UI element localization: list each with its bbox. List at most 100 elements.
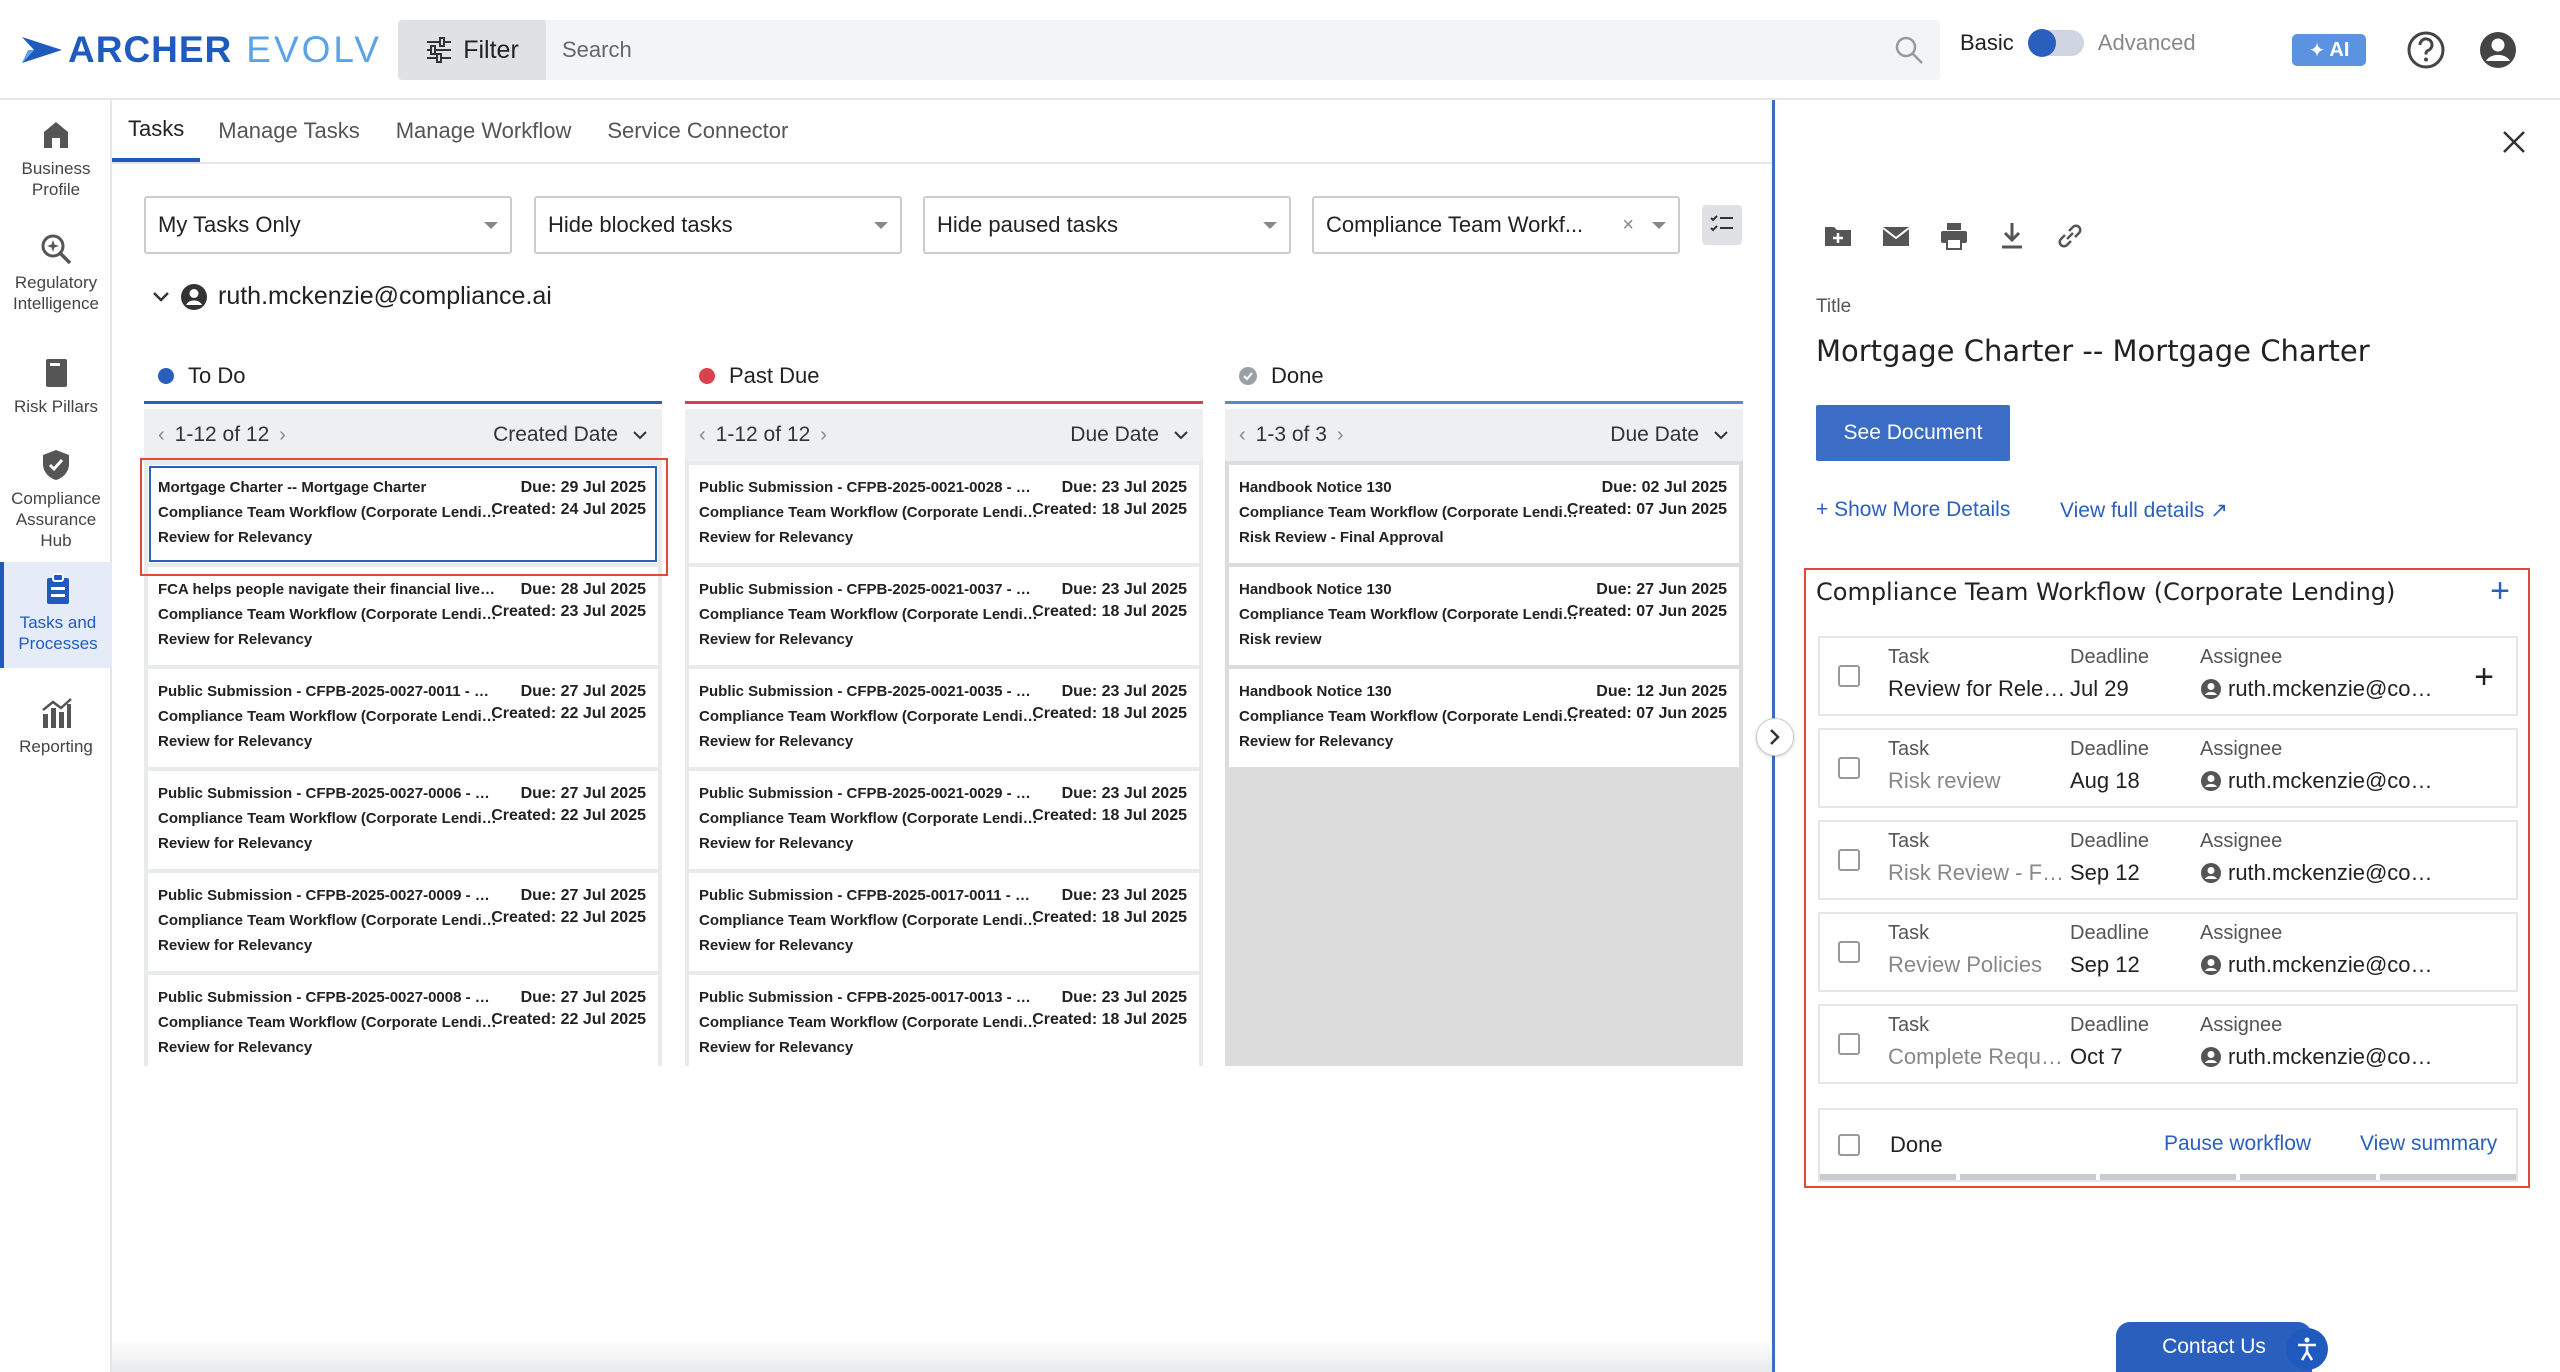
task-card[interactable]: Public Submission - CFPB-2025-0021-0029 … — [689, 771, 1199, 869]
contact-us-button[interactable]: Contact Us — [2116, 1322, 2312, 1372]
caret-down-icon — [1652, 221, 1666, 229]
chevron-down-icon — [633, 431, 647, 440]
print-icon[interactable] — [1938, 220, 1970, 252]
task-card[interactable]: Public Submission - CFPB-2025-0017-0011 … — [689, 873, 1199, 971]
email-icon[interactable] — [1880, 220, 1912, 252]
archer-evolv-logo[interactable]: ARCHER EVOLV — [22, 29, 382, 70]
add-step-button[interactable]: + — [2490, 574, 2510, 608]
show-more-details-link[interactable]: + Show More Details — [1816, 498, 2010, 522]
search-icon[interactable] — [1894, 35, 1924, 65]
workflow-step-row[interactable]: Task Complete RequirementsDeadline Oct 7 As… — [1818, 1004, 2518, 1084]
step-assignee[interactable]: ruth.mckenzie@compliance.ai — [2200, 860, 2450, 886]
step-task-name: Review Policies — [1888, 952, 2043, 977]
sort-select[interactable]: Due Date — [1070, 423, 1189, 447]
nav-item-compliance-assurance-hub[interactable]: Compliance Assurance Hub — [0, 448, 112, 551]
step-checkbox[interactable] — [1838, 757, 1860, 779]
step-checkbox[interactable] — [1838, 941, 1860, 963]
workflow-step-row[interactable]: Task Risk Review - Final ApprovalDeadline… — [1818, 820, 2518, 900]
page-footer-shade — [112, 1340, 1772, 1372]
task-card[interactable]: Handbook Notice 130 Compliance Team Workf… — [1229, 669, 1739, 767]
pause-workflow-link[interactable]: Pause workflow — [2164, 1132, 2311, 1156]
nav-label: Tasks and Processes — [18, 613, 98, 653]
sort-select[interactable]: Created Date — [493, 423, 648, 447]
task-card[interactable]: Public Submission - CFPB-2025-0027-0011 … — [148, 669, 658, 767]
user-group-header[interactable]: ruth.mckenzie@compliance.ai — [152, 282, 552, 311]
nav-item-tasks-and-processes[interactable]: Tasks and Processes — [0, 562, 112, 668]
task-scope-select[interactable]: My Tasks Only — [144, 196, 512, 254]
task-card[interactable]: Public Submission - CFPB-2025-0021-0037 … — [689, 567, 1199, 665]
card-title: Public Submission - CFPB-2025-0027-0006 … — [158, 785, 498, 802]
select-value: My Tasks Only — [158, 212, 301, 237]
download-icon[interactable] — [1996, 220, 2028, 252]
nav-item-reporting[interactable]: Reporting — [0, 696, 112, 757]
chevron-right-icon[interactable]: › — [820, 424, 827, 447]
step-assignee[interactable]: ruth.mckenzie@compliance.ai — [2200, 952, 2450, 978]
add-subtask-button[interactable]: + — [2474, 660, 2494, 694]
filter-button[interactable]: Filter — [398, 20, 546, 80]
help-icon[interactable] — [2406, 30, 2446, 70]
see-document-button[interactable]: See Document — [1816, 405, 2010, 461]
task-card[interactable]: FCA helps people navigate their financia… — [148, 567, 658, 665]
chevron-left-icon[interactable]: ‹ — [1239, 424, 1246, 447]
nav-item-risk-pillars[interactable]: Risk Pillars — [0, 356, 112, 417]
search-input[interactable] — [562, 37, 1894, 63]
account-icon[interactable] — [2478, 30, 2518, 70]
nav-label: Regulatory Intelligence — [12, 273, 99, 313]
link-icon[interactable] — [2054, 220, 2086, 252]
tab-service-connector[interactable]: Service Connector — [589, 100, 806, 162]
collapse-panel-button[interactable] — [1756, 718, 1794, 756]
step-checkbox[interactable] — [1838, 849, 1860, 871]
accessibility-button[interactable] — [2286, 1328, 2328, 1370]
column-title: To Do — [188, 362, 246, 388]
task-card[interactable]: Public Submission - CFPB-2025-0027-0009 … — [148, 873, 658, 971]
workflow-step-row[interactable]: Task Review Policies Deadline Sep 12 Assigne… — [1818, 912, 2518, 992]
task-card[interactable]: Handbook Notice 130 Compliance Team Workf… — [1229, 465, 1739, 563]
task-card[interactable]: Public Submission - CFPB-2025-0021-0028 … — [689, 465, 1199, 563]
tab-manage-workflow[interactable]: Manage Workflow — [378, 100, 590, 162]
task-card[interactable]: Public Submission - CFPB-2025-0017-0013 … — [689, 975, 1199, 1066]
card-title: Public Submission - CFPB-2025-0027-0009 … — [158, 887, 498, 904]
add-folder-icon[interactable] — [1822, 220, 1854, 252]
card-title: FCA helps people navigate their financia… — [158, 581, 498, 598]
tab-tasks[interactable]: Tasks — [112, 100, 201, 162]
card-workflow: Compliance Team Workflow (Corporate Lend… — [1239, 606, 1579, 623]
clear-icon[interactable]: × — [1622, 214, 1634, 237]
chevron-left-icon[interactable]: ‹ — [158, 424, 165, 447]
detail-toolbar — [1822, 220, 2086, 252]
step-assignee[interactable]: ruth.mckenzie@compliance.ai — [2200, 768, 2450, 794]
tasks-icon — [47, 573, 69, 604]
deadline-column-label: Deadline — [2070, 646, 2149, 668]
step-checkbox[interactable] — [1838, 1033, 1860, 1055]
ai-button[interactable]: ✦ AI — [2292, 34, 2366, 66]
checklist-view-button[interactable] — [1702, 205, 1742, 245]
sliders-icon — [427, 37, 452, 63]
sort-label: Created Date — [493, 423, 618, 446]
sort-select[interactable]: Due Date — [1610, 423, 1729, 447]
done-checkbox[interactable] — [1838, 1134, 1860, 1156]
view-summary-link[interactable]: View summary — [2360, 1132, 2497, 1156]
chevron-left-icon[interactable]: ‹ — [699, 424, 706, 447]
tab-manage-tasks[interactable]: Manage Tasks — [200, 100, 377, 162]
chevron-right-icon[interactable]: › — [279, 424, 286, 447]
chevron-right-icon[interactable]: › — [1337, 424, 1344, 447]
step-assignee[interactable]: ruth.mckenzie@compliance.ai — [2200, 1044, 2450, 1070]
nav-item-business-profile[interactable]: Business Profile — [0, 118, 112, 200]
mode-toggle[interactable] — [2027, 29, 2084, 57]
nav-item-regulatory-intelligence[interactable]: Regulatory Intelligence — [0, 232, 112, 314]
paused-tasks-select[interactable]: Hide paused tasks — [923, 196, 1291, 254]
step-assignee[interactable]: ruth.mckenzie@compliance.ai — [2200, 676, 2450, 702]
card-title: Handbook Notice 130 — [1239, 683, 1392, 700]
task-card[interactable]: Public Submission - CFPB-2025-0027-0006 … — [148, 771, 658, 869]
card-workflow: Compliance Team Workflow (Corporate Lend… — [1239, 708, 1579, 725]
workflow-step-row[interactable]: Task Risk review Deadline Aug 18 Assignee rut… — [1818, 728, 2518, 808]
card-created-date: Created: 22 Jul 2025 — [491, 1011, 646, 1028]
task-card[interactable]: Public Submission - CFPB-2025-0027-0008 … — [148, 975, 658, 1066]
step-checkbox[interactable] — [1838, 665, 1860, 687]
workflow-step-row[interactable]: Task Review for RelevancyDeadline Jul 29 As… — [1818, 636, 2518, 716]
close-icon[interactable] — [2500, 128, 2528, 156]
view-full-details-link[interactable]: View full details ↗ — [2060, 498, 2228, 523]
task-card[interactable]: Public Submission - CFPB-2025-0021-0035 … — [689, 669, 1199, 767]
workflow-select[interactable]: Compliance Team Workf... × — [1312, 196, 1680, 254]
task-card[interactable]: Handbook Notice 130 Compliance Team Workf… — [1229, 567, 1739, 665]
blocked-tasks-select[interactable]: Hide blocked tasks — [534, 196, 902, 254]
